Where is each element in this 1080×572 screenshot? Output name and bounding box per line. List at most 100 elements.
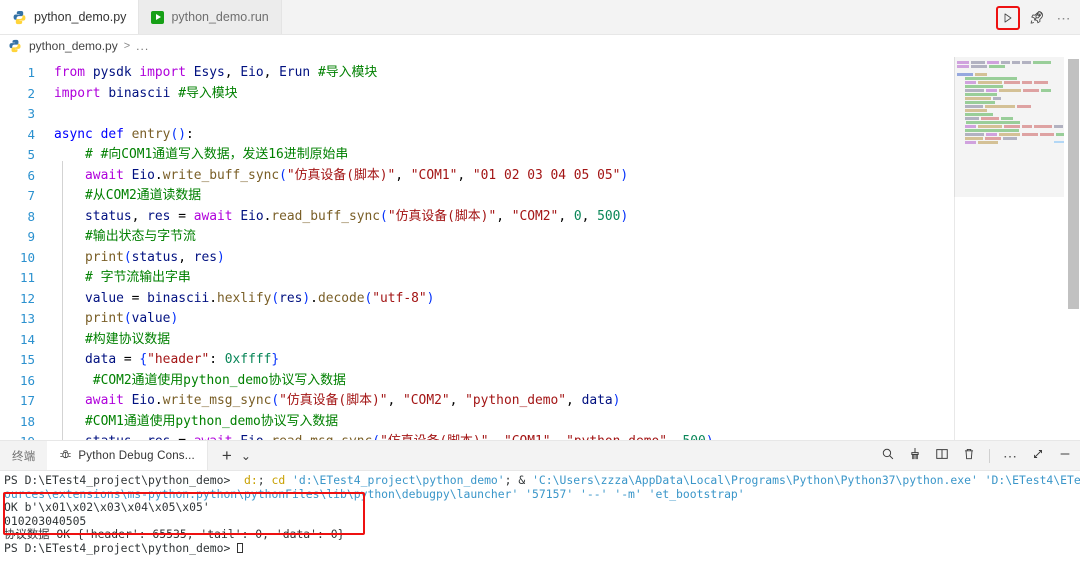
terminal-token: 'C:\Users\zzza\AppData\Local\Programs\Py…	[532, 473, 985, 487]
terminal-prompt: PS D:\ETest4_project\python_demo>	[4, 473, 245, 487]
run-python-file-button[interactable]	[996, 5, 1020, 30]
tab-python-demo-py[interactable]: python_demo.py	[0, 0, 140, 34]
code-line-9: #输出状态与字节流	[85, 229, 196, 244]
tab-label: python_demo.run	[171, 10, 269, 24]
terminal-cursor	[237, 542, 244, 553]
line-number: 13	[19, 311, 35, 326]
code-line-1: from pysdk import Esys, Eio, Erun #导入模块	[54, 65, 378, 80]
kill-terminal-trash-icon[interactable]	[962, 447, 976, 466]
code-line-14: #构建协议数据	[85, 331, 171, 347]
line-number: 8	[27, 208, 35, 224]
tab-bar-empty-space	[281, 0, 1080, 34]
code-line-17: await Eio.write_msg_sync("仿真设备(脚本)", "CO…	[85, 393, 621, 408]
search-icon[interactable]	[881, 447, 895, 466]
line-number: 4	[27, 126, 35, 142]
more-actions-ellipsis-icon[interactable]: ⋯	[1052, 6, 1076, 30]
line-number: 9	[27, 229, 35, 244]
terminal-line-output-protocol: 协议数据 OK {'header': 65535, 'tail': 0, 'da…	[4, 528, 1080, 542]
breadcrumb-separator: >	[123, 40, 131, 52]
line-number: 12	[19, 290, 35, 306]
code-line-4: async def entry():	[54, 126, 194, 142]
run-green-icon	[151, 10, 165, 24]
scrollbar-thumb[interactable]	[1068, 59, 1079, 309]
line-number: 1	[27, 65, 35, 80]
indent-guide	[62, 161, 63, 440]
line-number: 18	[19, 413, 35, 429]
debug-console-icon	[59, 448, 72, 464]
line-number: 19	[0, 432, 46, 440]
bottom-panel: 终端 Python Debug Cons... + ⌄ ⋯ PS D:\ETes…	[0, 440, 1080, 572]
code-line-19: status, res = await Eio.read_msg_sync("仿…	[46, 432, 1080, 440]
code-line-11: # 字节流输出字串	[85, 270, 191, 285]
line-number: 11	[19, 270, 35, 285]
line-number-gutter: 1 2 3 4 5 6 7 8 9 10 11 12 13 14 15 16 1…	[0, 57, 46, 440]
terminal-line: PS D:\ETest4_project\python_demo> d:; cd…	[4, 473, 1080, 488]
code-line-6: await Eio.write_buff_sync("仿真设备(脚本)", "C…	[85, 167, 629, 183]
code-editor[interactable]: 1 2 3 4 5 6 7 8 9 10 11 12 13 14 15 16 1…	[0, 57, 1080, 440]
python-icon	[8, 39, 23, 54]
panel-tab-terminal[interactable]: 终端	[0, 441, 47, 470]
toolbar-divider	[989, 449, 990, 463]
editor-tab-bar: python_demo.py python_demo.run ⋯	[0, 0, 1080, 35]
breadcrumb-overflow-dots[interactable]: ...	[136, 39, 149, 53]
code-line-18: #COM1通道使用python_demo协议写入数据	[85, 413, 339, 429]
tab-label: python_demo.py	[34, 10, 127, 24]
line-number: 6	[27, 167, 35, 183]
run-and-debug-rocket-icon[interactable]	[1024, 6, 1048, 30]
terminal-token: 'D:\ETest4\ETest_win64_4.3.4\dev\res	[984, 473, 1080, 487]
terminal-token: ; &	[504, 473, 533, 487]
run-button-highlight-box	[996, 5, 1020, 30]
code-line-5: # #向COM1通道写入数据，发送16进制原始串	[85, 147, 349, 162]
code-line-10: print(status, res)	[85, 249, 225, 265]
line-number: 14	[19, 331, 35, 347]
terminal-line-output-ok: OK b'\x01\x02\x03\x04\x05\x05'	[4, 500, 1080, 515]
editor-vertical-scrollbar[interactable]	[1066, 57, 1080, 440]
line-number: 5	[27, 147, 35, 162]
terminal-line-output-hex: 010203040505	[4, 513, 1080, 529]
line-number: 10	[19, 249, 35, 265]
terminal-line-prompt: PS D:\ETest4_project\python_demo>	[4, 540, 1080, 556]
terminal-token: ources\extensions\ms-python.python\pytho…	[4, 486, 745, 501]
breadcrumb: python_demo.py > ...	[0, 35, 1080, 57]
line-number: 17	[19, 393, 35, 408]
vscode-window: python_demo.py python_demo.run ⋯ python_…	[0, 0, 1080, 572]
python-icon	[12, 10, 27, 25]
terminal-token: 协议数据 OK {'header': 65535, 'tail': 0, 'da…	[4, 527, 345, 542]
panel-tab-python-debug-console[interactable]: Python Debug Cons...	[47, 441, 208, 470]
terminal-output[interactable]: PS D:\ETest4_project\python_demo> d:; cd…	[0, 471, 1080, 572]
panel-more-ellipsis-icon[interactable]: ⋯	[1003, 449, 1018, 463]
chevron-down-icon[interactable]: ⌄	[241, 449, 251, 463]
panel-tab-label: Python Debug Cons...	[78, 449, 195, 462]
editor-minimap[interactable]	[954, 57, 1064, 440]
minimap-viewport	[954, 57, 1064, 197]
terminal-token: ;	[257, 473, 272, 487]
code-content[interactable]: from pysdk import Esys, Eio, Erun #导入模块 …	[46, 57, 1080, 440]
code-line-8: status, res = await Eio.read_buff_sync("…	[85, 208, 629, 224]
line-number: 15	[19, 352, 35, 367]
split-panel-icon[interactable]	[935, 447, 949, 466]
minimap-scroll-marker	[1054, 141, 1064, 143]
hide-panel-icon[interactable]	[1058, 447, 1072, 466]
plus-icon[interactable]: +	[222, 446, 232, 466]
terminal-prompt: PS D:\ETest4_project\python_demo>	[4, 540, 238, 555]
terminal-token: OK b'\x01\x02\x03\x04\x05\x05'	[4, 500, 210, 515]
new-terminal-group[interactable]: + ⌄	[208, 441, 265, 470]
terminal-token: d:	[244, 473, 258, 487]
panel-tab-label: 终端	[12, 450, 36, 463]
code-line-13: print(value)	[85, 311, 179, 326]
terminal-token: cd	[271, 473, 293, 487]
panel-action-buttons: ⋯	[881, 441, 1072, 471]
line-number: 3	[27, 106, 35, 121]
panel-tab-bar: 终端 Python Debug Cons... + ⌄ ⋯	[0, 441, 1080, 471]
line-number: 7	[27, 188, 35, 203]
breadcrumb-file[interactable]: python_demo.py	[29, 39, 118, 53]
terminal-token: 'd:\ETest4_project\python_demo'	[292, 473, 505, 487]
terminal-token: 010203040505	[4, 513, 87, 528]
code-line-16: #COM2通道使用python_demo协议写入数据	[92, 372, 346, 388]
tab-python-demo-run[interactable]: python_demo.run	[139, 0, 282, 34]
code-line-7: #从COM2通道读数据	[85, 188, 202, 203]
maximize-panel-icon[interactable]	[1031, 447, 1045, 466]
clear-console-broom-icon[interactable]	[908, 447, 922, 466]
code-line-2: import binascii #导入模块	[54, 85, 238, 101]
